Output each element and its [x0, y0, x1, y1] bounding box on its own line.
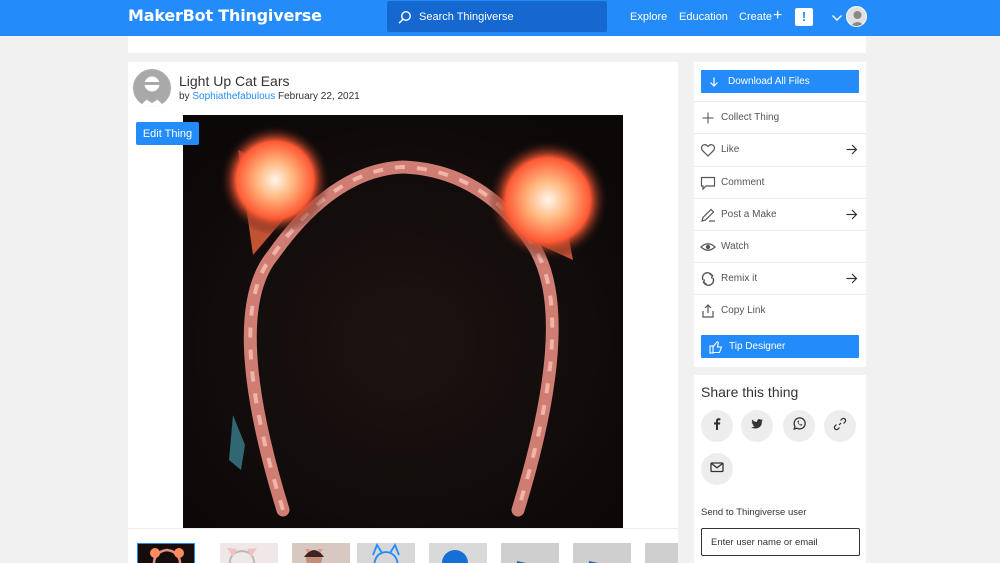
arrow-right-icon	[845, 208, 858, 221]
search-input[interactable]	[419, 10, 599, 23]
thing-actions-panel: Download All Files Collect Thing Like Co…	[694, 62, 866, 367]
tip-designer-label: Tip Designer	[729, 341, 786, 352]
collect-thing-label: Collect Thing	[721, 112, 780, 123]
byline-prefix: by	[179, 91, 190, 102]
chevron-down-icon[interactable]	[831, 11, 843, 23]
tip-designer-button[interactable]: Tip Designer	[701, 335, 859, 358]
logo-makerbot: MakerBot	[128, 6, 213, 25]
comment-action[interactable]: Comment	[694, 166, 866, 198]
thing-card: Light Up Cat Ears by Sophiathefabulous F…	[128, 62, 678, 563]
thing-main-image[interactable]	[183, 115, 623, 528]
share-panel: Share this thing Send to Thingiverse use…	[694, 375, 866, 563]
thing-byline: by Sophiathefabulous February 22, 2021	[179, 91, 360, 102]
comment-label: Comment	[721, 177, 765, 188]
copy-link-share-button[interactable]	[824, 410, 856, 442]
pencil-icon	[700, 207, 716, 223]
like-action[interactable]: Like	[694, 133, 866, 165]
whatsapp-icon	[792, 416, 807, 436]
watch-action[interactable]: Watch	[694, 230, 866, 262]
author-avatar[interactable]	[133, 69, 171, 107]
twitter-share-button[interactable]	[741, 410, 773, 442]
thumbs-up-icon	[709, 340, 723, 354]
collect-thing-action[interactable]: Collect Thing	[694, 101, 866, 133]
recipient-input[interactable]	[701, 528, 860, 556]
thumbnail-7[interactable]	[573, 543, 631, 563]
nav-education[interactable]: Education	[679, 11, 728, 23]
thumbnail-3[interactable]	[292, 543, 350, 563]
thumbnail-6[interactable]	[501, 543, 559, 563]
thumbnail-2[interactable]	[220, 543, 278, 563]
share-title: Share this thing	[701, 384, 799, 400]
edit-thing-button[interactable]: Edit Thing	[136, 122, 199, 145]
comment-icon	[700, 175, 716, 191]
download-icon	[709, 77, 719, 87]
thing-title: Light Up Cat Ears	[179, 73, 290, 89]
plus-icon	[700, 110, 716, 126]
notifications-button[interactable]: !	[795, 8, 813, 26]
whatsapp-share-button[interactable]	[783, 410, 815, 442]
nav-create[interactable]: Create	[739, 11, 772, 23]
publish-date: February 22, 2021	[277, 91, 360, 102]
facebook-share-button[interactable]	[701, 410, 733, 442]
twitter-icon	[750, 417, 764, 436]
thumbnail-1-selected[interactable]	[137, 543, 195, 563]
arrow-right-icon	[845, 143, 858, 156]
link-icon	[833, 417, 847, 436]
email-share-button[interactable]	[701, 453, 733, 485]
copy-link-label: Copy Link	[721, 305, 766, 316]
makerbot-thingiverse-logo[interactable]: MakerBot Thingiverse	[128, 6, 322, 25]
share-icon	[700, 303, 716, 319]
like-label: Like	[721, 144, 740, 155]
top-navigation-bar: MakerBot Thingiverse Explore Education C…	[0, 0, 1000, 36]
thumbnail-5[interactable]	[429, 543, 487, 563]
nav-explore[interactable]: Explore	[630, 11, 667, 23]
thumbnail-8[interactable]	[645, 543, 678, 563]
search-bar[interactable]	[387, 1, 607, 32]
user-avatar[interactable]	[846, 6, 867, 27]
facebook-icon	[710, 417, 724, 436]
heart-icon	[700, 142, 716, 158]
download-all-files-button[interactable]: Download All Files	[701, 70, 859, 93]
post-a-make-label: Post a Make	[721, 209, 777, 220]
thumbnail-4[interactable]	[357, 543, 415, 563]
remix-it-label: Remix it	[721, 273, 758, 284]
create-plus-icon[interactable]: +	[773, 8, 782, 24]
send-to-user-label: Send to Thingiverse user	[701, 507, 807, 518]
logo-thingiverse: Thingiverse	[218, 6, 322, 25]
thumbnail-strip	[128, 528, 678, 563]
remix-it-action[interactable]: Remix it	[694, 262, 866, 294]
post-a-make-action[interactable]: Post a Make	[694, 198, 866, 230]
eye-icon	[700, 239, 716, 255]
download-label: Download All Files	[728, 76, 810, 87]
remix-icon	[700, 271, 716, 287]
email-icon	[710, 460, 724, 479]
arrow-right-icon	[845, 272, 858, 285]
search-icon	[398, 10, 412, 24]
copy-link-action[interactable]: Copy Link	[694, 294, 866, 326]
page-subheader-strip	[128, 36, 866, 53]
author-link[interactable]: Sophiathefabulous	[192, 91, 275, 102]
watch-label: Watch	[721, 241, 749, 252]
